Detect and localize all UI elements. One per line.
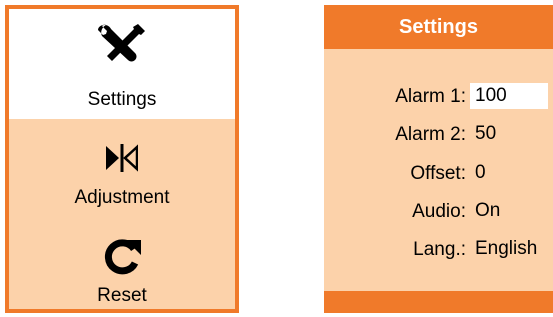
- setting-value-field[interactable]: 50: [470, 121, 548, 147]
- setting-value-field[interactable]: 0: [470, 160, 548, 186]
- setting-row-alarm-2[interactable]: Alarm 2: 50: [324, 121, 553, 149]
- menu-item-adjustment[interactable]: Adjustment: [9, 119, 235, 219]
- setting-label: Lang.:: [413, 239, 466, 260]
- setting-label: Alarm 2:: [395, 124, 466, 145]
- setting-row-audio[interactable]: Audio: On: [324, 198, 553, 226]
- tools-icon: [98, 24, 145, 62]
- settings-title: Settings: [324, 5, 553, 49]
- menu-item-label: Adjustment: [74, 187, 170, 208]
- menu-item-label: Reset: [97, 285, 147, 306]
- adjust-icon: [106, 144, 138, 172]
- menu-item-label: Settings: [87, 89, 157, 110]
- setting-row-offset[interactable]: Offset: 0: [324, 160, 553, 188]
- setting-value-field[interactable]: On: [470, 198, 548, 224]
- setting-label: Offset:: [410, 163, 466, 184]
- reset-icon: [104, 239, 141, 275]
- setting-label: Alarm 1:: [395, 86, 466, 107]
- setting-label: Audio:: [412, 201, 466, 222]
- setting-row-alarm-1[interactable]: Alarm 1: 100: [324, 83, 553, 111]
- main-menu: Settings Adjustment Reset: [5, 5, 239, 313]
- setting-value-field[interactable]: English: [470, 236, 548, 262]
- setting-row-lang[interactable]: Lang.: English: [324, 236, 553, 264]
- setting-value-field[interactable]: 100: [470, 83, 548, 109]
- settings-panel: Settings Alarm 1: 100 Alarm 2: 50 Offset…: [324, 5, 553, 313]
- settings-footer: [324, 291, 553, 313]
- menu-item-reset[interactable]: Reset: [9, 219, 235, 313]
- menu-item-settings[interactable]: Settings: [9, 9, 235, 119]
